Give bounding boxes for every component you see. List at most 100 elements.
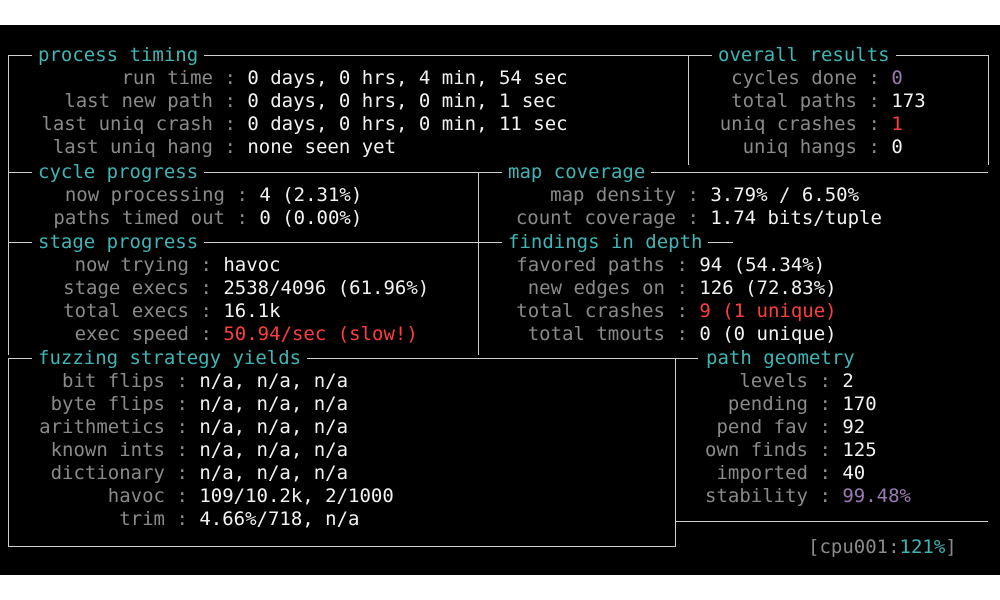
stat-row: dictionary : n/a, n/a, n/a (20, 462, 348, 485)
frame-left-border (8, 55, 9, 355)
cpu-label: cpu001: (819, 536, 900, 558)
stat-value: 170 (842, 393, 877, 415)
stat-value: 2538/4096 (61.96%) (223, 277, 430, 299)
cpu-status: [cpu001:121%] (808, 536, 957, 559)
stat-value: n/a, n/a, n/a (199, 416, 349, 438)
stat-label: known ints (50, 439, 165, 461)
stat-row: now processing : 4 (2.31%) (20, 184, 362, 207)
stat-label: exec speed (74, 323, 189, 345)
stat-value: 0 (891, 136, 903, 158)
title-overall-results: overall results (712, 44, 896, 66)
stat-row: now trying : havoc (20, 254, 281, 277)
stat-row: total tmouts : 0 (0 unique) (496, 323, 837, 346)
stat-value: 0 (891, 67, 903, 89)
title-path-geometry: path geometry (700, 347, 861, 369)
stat-label: cycles done (731, 67, 857, 89)
stat-row: havoc : 109/10.2k, 2/1000 (20, 485, 394, 508)
stat-row: last new path : 0 days, 0 hrs, 0 min, 1 … (20, 90, 556, 113)
stat-label: trim (119, 508, 165, 530)
stat-label: bit flips (62, 370, 165, 392)
stat-value: n/a, n/a, n/a (199, 439, 349, 461)
cpu-bracket-open: [ (808, 536, 820, 558)
stat-value: 0 days, 0 hrs, 0 min, 11 sec (247, 113, 568, 135)
stat-label: levels (739, 370, 808, 392)
stat-label: stage execs (63, 277, 189, 299)
stat-row: own finds : 125 (690, 439, 877, 462)
title-stage-progress: stage progress (32, 231, 205, 253)
cpu-value: 121% (899, 536, 946, 558)
stat-label: uniq hangs (742, 136, 857, 158)
stat-value: 16.1k (223, 300, 281, 322)
stat-label: own finds (705, 439, 808, 461)
stat-row: known ints : n/a, n/a, n/a (20, 439, 348, 462)
stat-label: now processing (64, 184, 225, 206)
stat-label: stability (705, 485, 808, 507)
stat-row: pend fav : 92 (690, 416, 865, 439)
stat-label: total execs (63, 300, 189, 322)
frame-left-border-lower (8, 358, 9, 546)
frame-right-border (988, 55, 989, 165)
stat-value: 109/10.2k, 2/1000 (199, 485, 394, 507)
stat-label: run time (121, 67, 213, 89)
frame-bottom-right (676, 521, 988, 522)
stat-label: total crashes (516, 300, 665, 322)
stat-label: havoc (107, 485, 165, 507)
stat-label: paths timed out (53, 207, 225, 229)
stat-row: last uniq crash : 0 days, 0 hrs, 0 min, … (20, 113, 568, 136)
stat-label: favored paths (516, 254, 665, 276)
stat-value: 126 (72.83%) (699, 277, 837, 299)
stat-label: new edges on (527, 277, 665, 299)
stat-value: n/a, n/a, n/a (199, 370, 349, 392)
stat-value: 50.94/sec (slow!) (223, 323, 418, 345)
stat-row: cycles done : 0 (700, 67, 903, 90)
stat-value: 125 (842, 439, 877, 461)
stat-value: 0 (0.00%) (259, 207, 363, 229)
stat-row: imported : 40 (690, 462, 865, 485)
stat-label: count coverage (515, 207, 676, 229)
stat-row: uniq hangs : 0 (700, 136, 903, 159)
stat-row: run time : 0 days, 0 hrs, 4 min, 54 sec (20, 67, 567, 90)
stat-label: now trying (74, 254, 189, 276)
stat-value: 3.79% / 6.50% (710, 184, 860, 206)
stat-label: uniq crashes (719, 113, 857, 135)
title-process-timing: process timing (32, 44, 205, 66)
divider-overall-results (688, 55, 689, 165)
stat-value: 1 (891, 113, 903, 135)
stat-row: stability : 99.48% (690, 485, 911, 508)
stat-value: 94 (54.34%) (699, 254, 826, 276)
stat-row: arithmetics : n/a, n/a, n/a (20, 416, 348, 439)
stat-row: count coverage : 1.74 bits/tuple (496, 207, 882, 230)
stat-value: 9 (1 unique) (699, 300, 837, 322)
stat-value: 92 (842, 416, 866, 438)
stat-label: arithmetics (39, 416, 165, 438)
cpu-bracket-close: ] (945, 536, 957, 558)
title-cycle-progress: cycle progress (32, 161, 205, 183)
stat-row: bit flips : n/a, n/a, n/a (20, 370, 348, 393)
stat-row: map density : 3.79% / 6.50% (496, 184, 859, 207)
stat-value: none seen yet (247, 136, 397, 158)
stat-label: total paths (731, 90, 857, 112)
title-fuzzing-strategy-yields: fuzzing strategy yields (32, 347, 308, 369)
stat-value: 99.48% (842, 485, 911, 507)
stat-label: pending (727, 393, 808, 415)
stat-value: 40 (842, 462, 866, 484)
stat-row: exec speed : 50.94/sec (slow!) (20, 323, 418, 346)
stat-row: trim : 4.66%/718, n/a (20, 508, 359, 531)
stat-value: 0 days, 0 hrs, 0 min, 1 sec (247, 90, 557, 112)
stat-row: paths timed out : 0 (0.00%) (20, 207, 362, 230)
stat-row: byte flips : n/a, n/a, n/a (20, 393, 348, 416)
divider-path-geometry (675, 358, 676, 546)
stat-label: last uniq hang (52, 136, 213, 158)
stat-value: 4 (2.31%) (259, 184, 363, 206)
title-map-coverage: map coverage (502, 161, 652, 183)
stat-row: uniq crashes : 1 (700, 113, 903, 136)
stat-label: total tmouts (527, 323, 665, 345)
stat-value: 4.66%/718, n/a (199, 508, 360, 530)
stat-value: 0 (0 unique) (699, 323, 837, 345)
stat-value: n/a, n/a, n/a (199, 462, 349, 484)
stat-value: n/a, n/a, n/a (199, 393, 349, 415)
stat-label: byte flips (50, 393, 165, 415)
stat-row: levels : 2 (690, 370, 853, 393)
stat-row: total execs : 16.1k (20, 300, 281, 323)
stat-row: new edges on : 126 (72.83%) (496, 277, 837, 300)
